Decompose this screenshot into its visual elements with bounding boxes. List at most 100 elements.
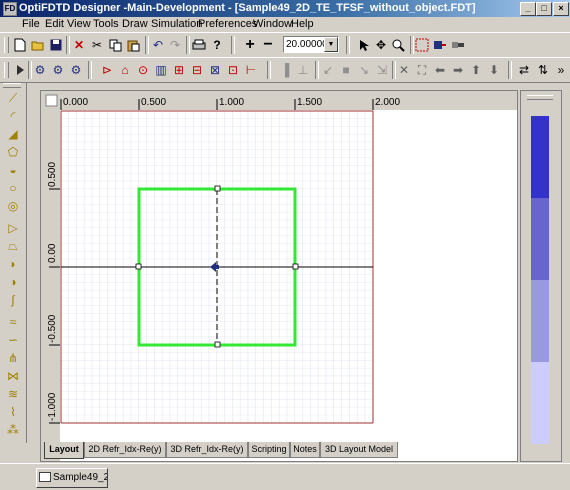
paste-icon[interactable] (125, 37, 141, 53)
triangle-right-icon[interactable]: ▷ (5, 221, 21, 235)
save-icon[interactable] (48, 37, 64, 53)
print-icon[interactable] (191, 37, 207, 53)
undo-icon[interactable]: ↶ (150, 37, 166, 53)
polygon-icon[interactable]: ⬠ (5, 145, 21, 159)
y-branch-icon[interactable]: ⋔ (5, 351, 21, 365)
selection-handle-right[interactable] (292, 263, 299, 270)
move-down-icon[interactable]: ⬇ (486, 62, 502, 78)
ring-icon[interactable]: ◎ (5, 199, 21, 213)
half-ring-icon[interactable]: ◑ (5, 275, 21, 289)
menu-help[interactable]: Help (291, 18, 314, 30)
menu-file[interactable]: File (22, 18, 40, 30)
s-bend-arc-icon[interactable]: ≈ (5, 315, 21, 329)
selection-handle-left[interactable] (135, 263, 142, 270)
coupler-icon[interactable]: ⋈ (5, 369, 21, 383)
run-arrow-icon[interactable] (12, 62, 28, 78)
colorbar-segment-midhigh (531, 198, 549, 280)
zoom-icon[interactable] (390, 37, 406, 53)
simulate-param-icon[interactable]: ⚙ (68, 62, 84, 78)
toolbar-more-icon[interactable]: » (553, 62, 569, 78)
align-bottom-icon[interactable]: ⊥ (295, 62, 311, 78)
s-bend-icon[interactable]: ∫ (5, 293, 21, 307)
refractive-index-colorbar-panel (520, 90, 562, 462)
help-icon[interactable]: ? (209, 37, 225, 53)
pan-icon[interactable]: ✥ (373, 37, 389, 53)
zoom-in-plus-icon[interactable]: + (242, 36, 258, 53)
probe-icon[interactable]: ⊢ (243, 62, 259, 78)
align-left-icon[interactable]: ▐ (277, 62, 293, 78)
ellipse-icon[interactable]: ○ (5, 181, 21, 195)
x-tick-label: 2.000 (375, 97, 400, 108)
expand-icon[interactable]: ⛶ (414, 62, 430, 78)
observation-area-icon[interactable]: ▥ (153, 62, 169, 78)
minimize-button[interactable]: _ (520, 2, 536, 16)
tab-notes[interactable]: Notes (290, 442, 320, 458)
menu-view[interactable]: View (67, 18, 91, 30)
linear-waveguide-icon[interactable]: ⟋ (5, 91, 21, 105)
half-ellipse-icon[interactable]: ◒ (5, 163, 21, 177)
taper-waveguide-icon[interactable]: ◢ (5, 127, 21, 141)
wave-icon[interactable] (450, 37, 466, 53)
trapezoid-icon[interactable]: ⏢ (5, 239, 21, 253)
open-icon[interactable] (30, 37, 46, 53)
observation-line-icon[interactable]: ⊙ (135, 62, 151, 78)
lens-icon[interactable]: ⌇ (5, 405, 21, 419)
delete-icon[interactable]: ✕ (71, 37, 87, 53)
shrink-icon[interactable]: ✕ (396, 62, 412, 78)
selection-handle-top[interactable] (214, 185, 221, 192)
zoom-dropdown-arrow[interactable]: ▼ (324, 37, 338, 52)
mode-icon[interactable]: ⊠ (207, 62, 223, 78)
toolbar-grip[interactable] (4, 37, 9, 53)
tab-3d-refr-idx[interactable]: 3D Refr_Idx-Re(y) (166, 442, 248, 458)
selection-handle-bottom[interactable] (214, 341, 221, 348)
menu-edit[interactable]: Edit (45, 18, 64, 30)
panel-grip[interactable] (527, 95, 553, 100)
tab-3d-layout-model[interactable]: 3D Layout Model (320, 442, 398, 458)
menu-window[interactable]: Window (253, 18, 292, 30)
tab-2d-refr-idx[interactable]: 2D Refr_Idx-Re(y) (84, 442, 166, 458)
mmi-icon[interactable]: ≋ (5, 387, 21, 401)
new-icon[interactable] (12, 37, 28, 53)
tfsf-source-icon[interactable]: ⊞ (171, 62, 187, 78)
ruler-corner[interactable] (45, 94, 58, 107)
input-field-icon[interactable]: ⊳ (99, 62, 115, 78)
toolbar-grip[interactable] (4, 62, 9, 78)
menu-simulation[interactable]: Simulation (151, 18, 202, 30)
dft-icon[interactable]: ⊟ (189, 62, 205, 78)
cut-icon[interactable]: ✂ (89, 37, 105, 53)
rotate-icon[interactable]: ↙ (320, 62, 336, 78)
maximize-button[interactable]: □ (536, 2, 552, 16)
zoom-out-minus-icon[interactable]: − (260, 36, 276, 53)
arc-waveguide-icon[interactable]: ◜ (5, 109, 21, 123)
simulate-2d-icon[interactable]: ⚙ (32, 62, 48, 78)
move-left-icon[interactable]: ⬅ (432, 62, 448, 78)
redo-icon[interactable]: ↷ (167, 37, 183, 53)
pc-lattice-icon[interactable]: ⁂ (5, 423, 21, 437)
simulate-3d-icon[interactable]: ⚙ (50, 62, 66, 78)
s-bend-sine-icon[interactable]: ∽ (5, 333, 21, 347)
tab-layout[interactable]: Layout (44, 442, 84, 459)
menu-tools[interactable]: Tools (93, 18, 119, 30)
menu-preferences[interactable]: Preferences (198, 18, 257, 30)
move-right-icon[interactable]: ➡ (450, 62, 466, 78)
mirror-icon[interactable]: ⇲ (374, 62, 390, 78)
stop-icon[interactable]: ■ (338, 62, 354, 78)
flip-icon[interactable]: ↘ (356, 62, 372, 78)
grid-icon[interactable] (414, 37, 430, 53)
select-arrow-icon[interactable] (356, 37, 372, 53)
tab-scripting[interactable]: Scripting (248, 442, 290, 458)
port-icon[interactable]: ⊡ (225, 62, 241, 78)
menu-draw[interactable]: Draw (122, 18, 148, 30)
palette-grip[interactable] (3, 83, 21, 88)
input-plane-icon[interactable] (432, 37, 448, 53)
mdi-window-button[interactable]: Sample49_2... (36, 468, 108, 488)
copy-icon[interactable] (107, 37, 123, 53)
swap-vertical-icon[interactable]: ⇅ (535, 62, 551, 78)
layout-canvas[interactable]: 0.000 0.500 1.000 1.500 2.000 0.500 0.00… (41, 91, 517, 461)
swap-horizontal-icon[interactable]: ⇄ (516, 62, 532, 78)
move-up-icon[interactable]: ⬆ (468, 62, 484, 78)
observation-point-icon[interactable]: ⌂ (117, 62, 133, 78)
close-button[interactable]: × (553, 2, 569, 16)
d-shape-icon[interactable]: ◗ (5, 257, 21, 271)
y-tick-label: -1.000 (47, 392, 58, 421)
